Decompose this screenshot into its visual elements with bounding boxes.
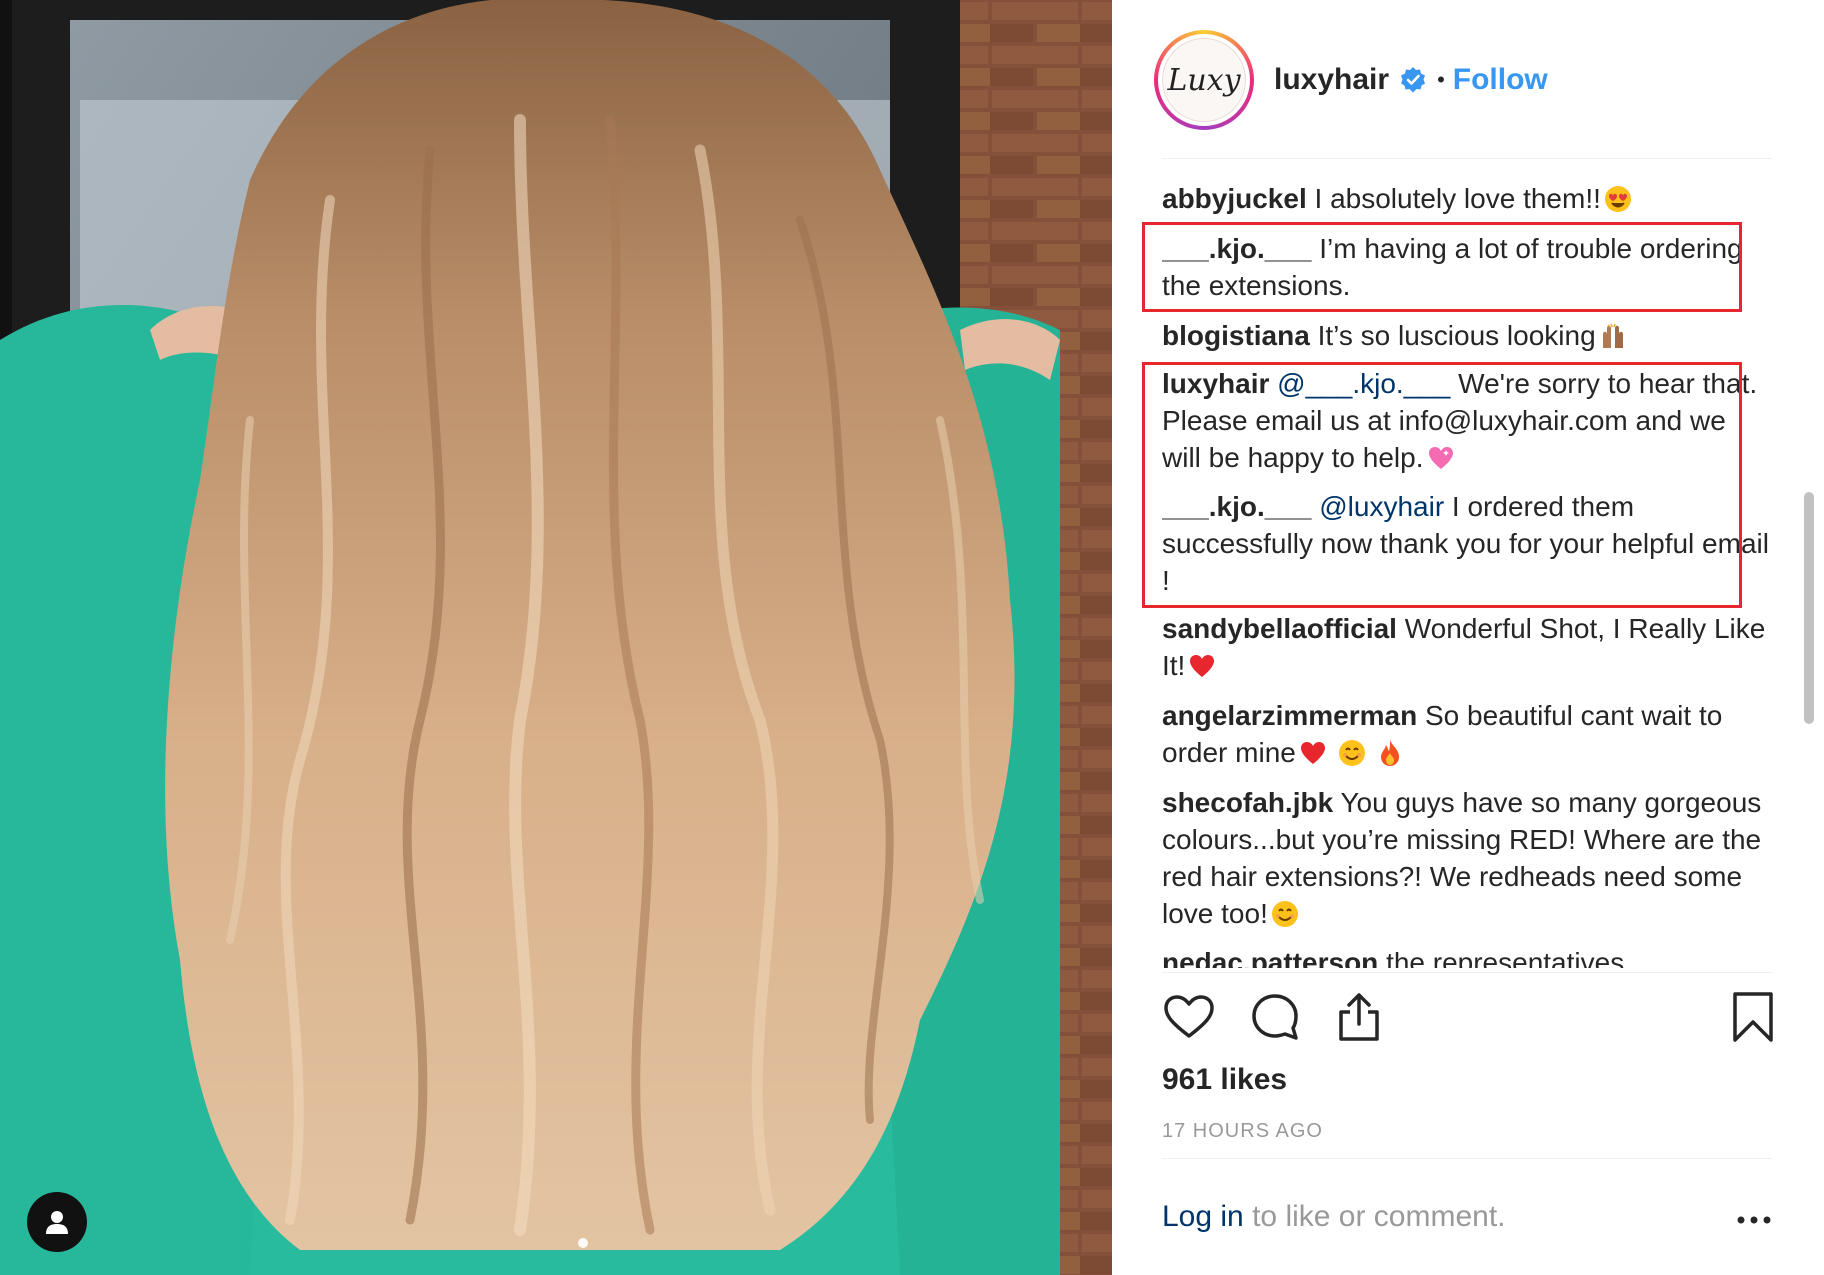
comment-text: the representatives <box>1386 947 1625 968</box>
carousel-indicator-dot <box>578 1238 588 1248</box>
comment-text: It’s so luscious looking <box>1317 320 1596 351</box>
user-icon <box>46 1211 68 1234</box>
hair-photo-image <box>0 0 1112 1275</box>
comment-item: angelarzimmerman So beautiful cant wait … <box>1162 697 1772 771</box>
comment-item: sandybellaofficial Wonderful Shot, I Rea… <box>1162 610 1772 684</box>
tagged-users-button[interactable] <box>27 1192 87 1252</box>
footer-divider <box>1162 1158 1772 1159</box>
actions-divider <box>1162 972 1772 973</box>
header-divider <box>1162 158 1772 159</box>
fire-emoji-icon <box>1381 740 1400 766</box>
save-bookmark-icon[interactable] <box>1726 990 1780 1044</box>
avatar[interactable]: Luxy <box>1162 38 1246 122</box>
comment-text: I absolutely love them!! <box>1314 183 1601 214</box>
post-side-panel: Luxy luxyhair • Follow abbyjuckel I abso… <box>1112 0 1824 1275</box>
smiling-face-emoji-icon <box>1271 901 1298 927</box>
smiling-face-emoji-icon <box>1338 740 1365 766</box>
post-photo[interactable] <box>0 0 1112 1275</box>
comment-item: abbyjuckel I absolutely love them!! <box>1162 180 1772 217</box>
verified-badge-icon <box>1401 67 1426 93</box>
heart-eyes-emoji-icon <box>1604 186 1631 212</box>
comment-item: nedac.patterson the representatives <box>1162 944 1772 968</box>
highlight-box-resolution <box>1142 362 1742 608</box>
raised-hands-emoji-icon <box>1602 323 1623 348</box>
red-heart-emoji-icon <box>1300 742 1325 764</box>
login-prompt: Log in to like or comment. <box>1162 1200 1506 1234</box>
post-header: Luxy luxyhair • Follow <box>1154 30 1824 130</box>
comment-username[interactable]: nedac.patterson <box>1162 947 1378 968</box>
likes-count[interactable]: 961 likes <box>1162 1063 1287 1097</box>
login-link[interactable]: Log in <box>1162 1200 1244 1233</box>
login-prompt-text: to like or comment. <box>1243 1200 1506 1233</box>
comment-bubble-icon[interactable] <box>1248 990 1302 1044</box>
header-username[interactable]: luxyhair <box>1274 63 1389 97</box>
highlight-box-complaint <box>1142 222 1742 312</box>
avatar-story-ring[interactable]: Luxy <box>1154 30 1254 130</box>
comment-username[interactable]: shecofah.jbk <box>1162 787 1333 818</box>
comments-scrollbar[interactable] <box>1804 492 1814 724</box>
comment-username[interactable]: sandybellaofficial <box>1162 613 1397 644</box>
like-heart-icon[interactable] <box>1162 990 1216 1044</box>
comment-item: blogistiana It’s so luscious looking <box>1162 317 1772 354</box>
action-bar <box>1162 990 1773 1050</box>
comment-username[interactable]: blogistiana <box>1162 320 1310 351</box>
header-separator: • <box>1437 67 1445 92</box>
avatar-logo-text: Luxy <box>1167 62 1241 98</box>
follow-button[interactable]: Follow <box>1453 63 1548 97</box>
more-options-icon[interactable] <box>1734 1208 1774 1232</box>
comment-username[interactable]: abbyjuckel <box>1162 183 1307 214</box>
comment-item: shecofah.jbk You guys have so many gorge… <box>1162 784 1772 932</box>
share-icon[interactable] <box>1332 990 1386 1044</box>
comment-username[interactable]: angelarzimmerman <box>1162 700 1417 731</box>
post-timestamp[interactable]: 17 HOURS AGO <box>1162 1120 1323 1143</box>
red-heart-emoji-icon <box>1190 655 1215 677</box>
